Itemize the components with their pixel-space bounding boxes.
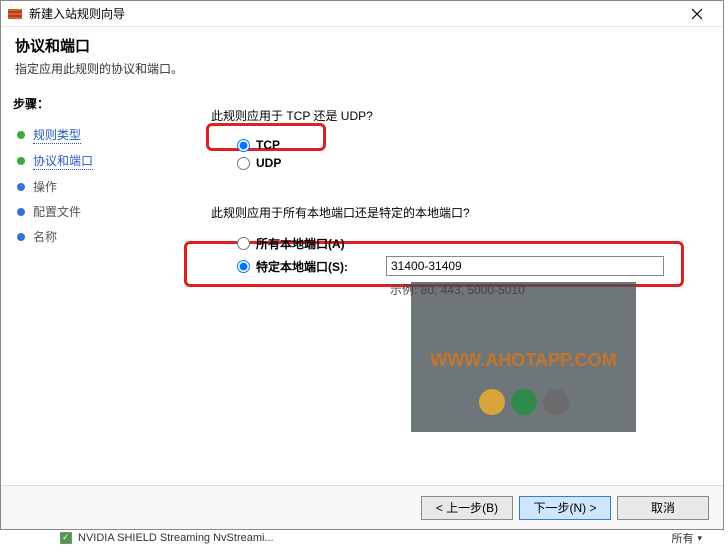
page-description: 指定应用此规则的协议和端口。	[15, 60, 709, 77]
background-item-right-text: 所有	[671, 530, 693, 546]
close-button[interactable]	[677, 1, 717, 27]
protocol-radio-group: TCP UDP	[237, 136, 703, 172]
step-label: 名称	[33, 228, 57, 245]
background-list-row: NVIDIA SHIELD Streaming NvStreami... 所有 …	[60, 530, 718, 546]
step-name: 名称	[17, 224, 179, 249]
radio-specific-ports-label: 特定本地端口(S):	[256, 258, 386, 275]
step-link[interactable]: 协议和端口	[33, 152, 93, 170]
background-item-text: NVIDIA SHIELD Streaming NvStreami...	[78, 532, 274, 544]
steps-heading: 步骤：	[13, 95, 179, 112]
bullet-icon	[17, 208, 25, 216]
firewall-icon	[7, 6, 23, 22]
cancel-button[interactable]: 取消	[617, 496, 709, 520]
bullet-icon	[17, 157, 25, 165]
radio-all-ports-row: 所有本地端口(A)	[237, 233, 703, 254]
port-radio-group: 所有本地端口(A) 特定本地端口(S): 示例: 80, 443, 5000-5…	[237, 233, 703, 298]
radio-specific-ports[interactable]	[237, 260, 250, 273]
radio-udp-row: UDP	[237, 154, 703, 172]
protocol-question: 此规则应用于 TCP 还是 UDP?	[211, 107, 703, 124]
step-protocol-ports: 协议和端口	[17, 148, 179, 174]
titlebar: 新建入站规则向导	[1, 1, 723, 27]
radio-all-ports[interactable]	[237, 237, 250, 250]
radio-specific-ports-row: 特定本地端口(S):	[237, 254, 703, 278]
chevron-down-icon: ▾	[697, 533, 702, 544]
watermark-overlay: WWW.AHOTAPP.COM	[411, 282, 636, 432]
radio-udp[interactable]	[237, 157, 250, 170]
port-question: 此规则应用于所有本地端口还是特定的本地端口?	[211, 204, 703, 221]
back-button[interactable]: < 上一步(B)	[421, 496, 513, 520]
step-link[interactable]: 规则类型	[33, 126, 81, 144]
wizard-footer: < 上一步(B) 下一步(N) > 取消	[1, 485, 723, 529]
bullet-icon	[17, 183, 25, 191]
port-input[interactable]	[386, 256, 664, 276]
step-rule-type: 规则类型	[17, 122, 179, 148]
bullet-icon	[17, 233, 25, 241]
page-header: 协议和端口 指定应用此规则的协议和端口。	[1, 27, 723, 87]
radio-tcp-label: TCP	[256, 138, 280, 152]
background-item-right: 所有 ▾	[671, 530, 702, 546]
step-action: 操作	[17, 174, 179, 199]
check-icon	[60, 532, 72, 544]
radio-tcp[interactable]	[237, 139, 250, 152]
watermark-text: WWW.AHOTAPP.COM	[411, 350, 636, 371]
bullet-icon	[17, 131, 25, 139]
page-title: 协议和端口	[15, 35, 709, 56]
window-title: 新建入站规则向导	[29, 5, 677, 22]
radio-all-ports-label: 所有本地端口(A)	[256, 235, 345, 252]
steps-sidebar: 步骤： 规则类型 协议和端口 操作 配置文件 名称	[1, 87, 191, 517]
close-icon	[691, 8, 703, 20]
radio-udp-label: UDP	[256, 156, 281, 170]
step-label: 配置文件	[33, 203, 81, 220]
next-button[interactable]: 下一步(N) >	[519, 496, 611, 520]
radio-tcp-row: TCP	[237, 136, 703, 154]
port-example-text: 示例: 80, 443, 5000-5010	[390, 281, 703, 298]
step-profile: 配置文件	[17, 199, 179, 224]
step-label: 操作	[33, 178, 57, 195]
wizard-body: 步骤： 规则类型 协议和端口 操作 配置文件 名称	[1, 87, 723, 517]
watermark-circles	[411, 389, 636, 418]
wizard-main: WWW.AHOTAPP.COM 此规则应用于 TCP 还是 UDP? TCP U…	[191, 87, 723, 517]
wizard-window: 新建入站规则向导 协议和端口 指定应用此规则的协议和端口。 步骤： 规则类型 协…	[0, 0, 724, 530]
